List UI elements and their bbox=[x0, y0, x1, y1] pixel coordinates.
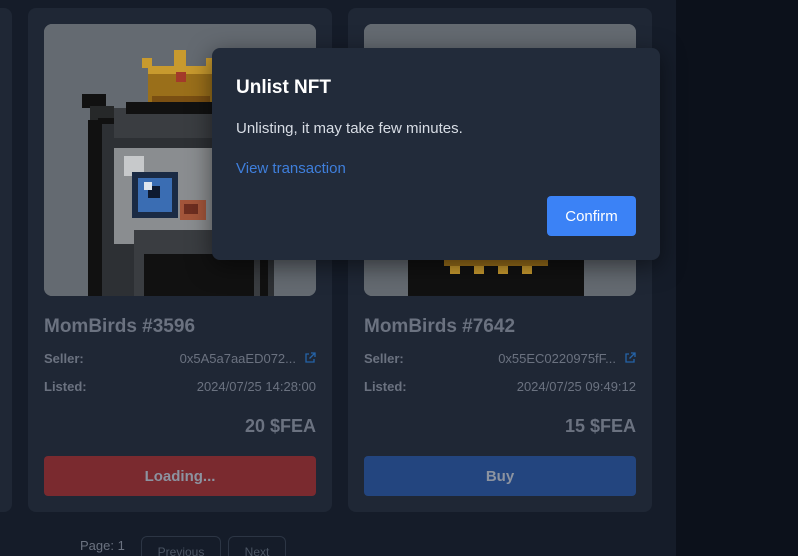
seller-label: Seller: bbox=[364, 351, 404, 366]
listed-label: Listed: bbox=[364, 379, 407, 394]
nft-price: 15 $FEA bbox=[564, 416, 636, 436]
view-transaction-link[interactable]: View transaction bbox=[236, 160, 346, 177]
seller-address: 0x55EC0220975fF... bbox=[498, 351, 616, 366]
confirm-button[interactable]: Confirm bbox=[547, 196, 636, 236]
unlist-modal: Unlist NFT Unlisting, it may take few mi… bbox=[212, 48, 660, 260]
external-link-icon[interactable] bbox=[624, 352, 636, 364]
modal-message: Unlisting, it may take few minutes. bbox=[236, 120, 463, 137]
page-indicator: Page: 1 bbox=[80, 538, 125, 553]
external-link-icon[interactable] bbox=[304, 352, 316, 364]
nft-price: 20 $FEA bbox=[244, 416, 316, 436]
listed-date: 2024/07/25 09:49:12 bbox=[516, 379, 636, 394]
buy-button[interactable]: Buy bbox=[364, 456, 636, 496]
loading-button[interactable]: Loading... bbox=[44, 456, 316, 496]
seller-label: Seller: bbox=[44, 351, 84, 366]
nft-name: MomBirds #7642 bbox=[364, 316, 516, 337]
partial-card-left bbox=[0, 8, 12, 512]
listed-date: 2024/07/25 14:28:00 bbox=[196, 379, 316, 394]
previous-page-button[interactable]: Previous bbox=[141, 536, 221, 556]
seller-address: 0x5A5a7aaED072... bbox=[179, 351, 296, 366]
listed-label: Listed: bbox=[44, 379, 87, 394]
right-background bbox=[676, 0, 798, 556]
next-page-button[interactable]: Next bbox=[228, 536, 286, 556]
nft-name: MomBirds #3596 bbox=[44, 316, 196, 337]
modal-title: Unlist NFT bbox=[236, 77, 331, 98]
